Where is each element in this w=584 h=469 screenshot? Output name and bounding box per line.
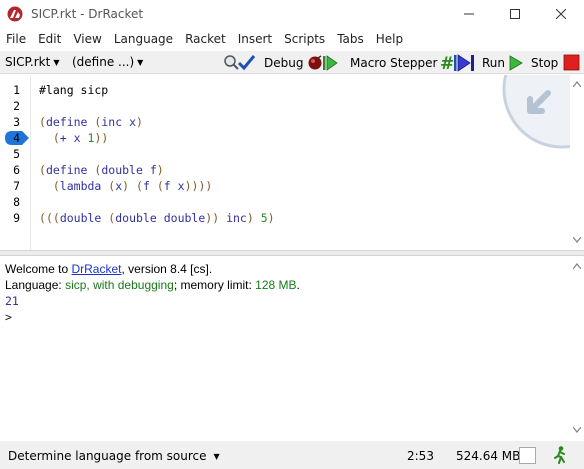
macro-stepper-icon: #	[440, 54, 475, 72]
define-dropdown[interactable]: (define ...) ▼	[72, 55, 143, 69]
file-dropdown[interactable]: SICP.rkt ▼	[5, 55, 59, 69]
macro-stepper-label: Macro Stepper	[350, 55, 438, 70]
close-button[interactable]	[538, 0, 584, 28]
drracket-logo-icon	[7, 6, 23, 22]
maximize-icon	[510, 9, 520, 19]
magnifier-check-icon	[224, 54, 256, 70]
file-dropdown-label: SICP.rkt	[5, 55, 51, 69]
debug-icon	[308, 54, 339, 71]
welcome-line: Welcome to DrRacket, version 8.4 [cs].	[5, 262, 212, 276]
definitions-editor[interactable]: 1 2 3 4 5 6 7 8 9 #lang sicp (define (in…	[0, 75, 584, 250]
run-label: Run	[482, 55, 506, 70]
interactions-pane[interactable]: Welcome to DrRacket, version 8.4 [cs]. L…	[0, 257, 584, 437]
gc-indicator	[519, 447, 536, 464]
language-selector-label: Determine language from source	[8, 449, 207, 463]
line-number: 3	[13, 115, 20, 129]
debug-button[interactable]: Debug	[264, 51, 340, 74]
gutter-divider	[30, 75, 31, 250]
memory-limit: 128 MB	[255, 278, 297, 292]
menu-racket[interactable]: Racket	[179, 32, 232, 46]
active-line-number-label: 4	[13, 131, 20, 145]
line-number-gutter: 1 2 3 4 5 6 7 8 9	[0, 82, 29, 226]
pane-splitter[interactable]	[0, 250, 584, 256]
line-number: 1	[13, 83, 20, 97]
active-line-number: 4	[0, 130, 29, 146]
line-number: 9	[13, 211, 20, 225]
check-syntax-button[interactable]	[220, 51, 257, 74]
line-number: 6	[13, 163, 20, 177]
menu-insert[interactable]: Insert	[232, 32, 278, 46]
output-value: 21	[5, 294, 19, 308]
window-title: SICP.rkt - DrRacket	[31, 7, 144, 21]
arrow-corner-icon	[502, 75, 570, 149]
welcome-prefix: Welcome to	[5, 262, 72, 276]
toolbar: SICP.rkt ▼ (define ...) ▼ Debug Macro St…	[0, 51, 584, 74]
language-corner-graphic	[500, 75, 570, 155]
maximize-button[interactable]	[492, 0, 538, 28]
stop-button[interactable]: Stop	[531, 51, 581, 74]
menu-help[interactable]: Help	[370, 32, 409, 46]
run-icon	[509, 54, 523, 71]
scroll-up-icon[interactable]	[573, 81, 581, 87]
drracket-link[interactable]: DrRacket	[71, 262, 121, 276]
memory-usage[interactable]: 524.64 MB	[456, 449, 520, 463]
menu-language[interactable]: Language	[108, 32, 179, 46]
code-line: (define (double f)	[39, 163, 164, 177]
code-line: #lang sicp	[39, 83, 109, 97]
language-line: Language: sicp, with debugging; memory l…	[5, 278, 300, 292]
chevron-down-icon: ▼	[137, 57, 144, 67]
line-number: 2	[13, 99, 20, 113]
macro-stepper-button[interactable]: Macro Stepper #	[350, 51, 478, 74]
code-line: (define (inc x)	[39, 115, 143, 129]
welcome-suffix: , version 8.4 [cs].	[121, 262, 213, 276]
scroll-down-icon[interactable]	[573, 427, 581, 433]
svg-text:#: #	[440, 54, 454, 72]
scroll-up-icon[interactable]	[573, 263, 581, 269]
chevron-down-icon: ▼	[213, 451, 220, 461]
close-icon	[556, 9, 566, 19]
debug-label: Debug	[264, 55, 304, 70]
interactions-scrollbar[interactable]	[570, 257, 584, 437]
status-bar: Determine language from source ▼ 2:53 52…	[0, 441, 584, 469]
language-selector[interactable]: Determine language from source ▼	[8, 449, 220, 463]
minimize-button[interactable]	[446, 0, 492, 28]
line-number: 7	[13, 179, 20, 193]
menu-tabs[interactable]: Tabs	[331, 32, 370, 46]
run-button[interactable]: Run	[482, 51, 524, 74]
minimize-icon	[464, 13, 474, 15]
define-dropdown-label: (define ...)	[72, 55, 135, 69]
stop-icon	[563, 54, 580, 70]
definitions-scrollbar[interactable]	[570, 75, 584, 250]
chevron-down-icon: ▼	[53, 57, 60, 67]
line-number: 5	[13, 147, 20, 161]
repl-prompt[interactable]: >	[5, 310, 12, 324]
language-mid: ; memory limit:	[173, 278, 256, 292]
menu-edit[interactable]: Edit	[32, 32, 67, 46]
code-line: (lambda (x) (f (f x))))	[52, 179, 213, 193]
code-line: (((double (double double)) inc) 5)	[39, 211, 275, 225]
language-prefix: Language:	[5, 278, 66, 292]
code-line: (+ x 1))	[52, 131, 109, 145]
code-area[interactable]: #lang sicp (define (inc x) (+ x 1)) (def…	[39, 82, 275, 226]
menu-bar: File Edit View Language Racket Insert Sc…	[0, 29, 409, 49]
menu-scripts[interactable]: Scripts	[278, 32, 331, 46]
title-bar: SICP.rkt - DrRacket	[0, 0, 584, 28]
stop-label: Stop	[531, 55, 559, 70]
cursor-position: 2:53	[407, 449, 434, 463]
running-person-icon	[554, 446, 565, 464]
scroll-down-icon[interactable]	[573, 237, 581, 243]
menu-file[interactable]: File	[0, 32, 32, 46]
language-end: .	[296, 278, 300, 292]
menu-view[interactable]: View	[67, 32, 107, 46]
line-number: 8	[13, 195, 20, 209]
language-name: sicp, with debugging	[65, 278, 174, 292]
